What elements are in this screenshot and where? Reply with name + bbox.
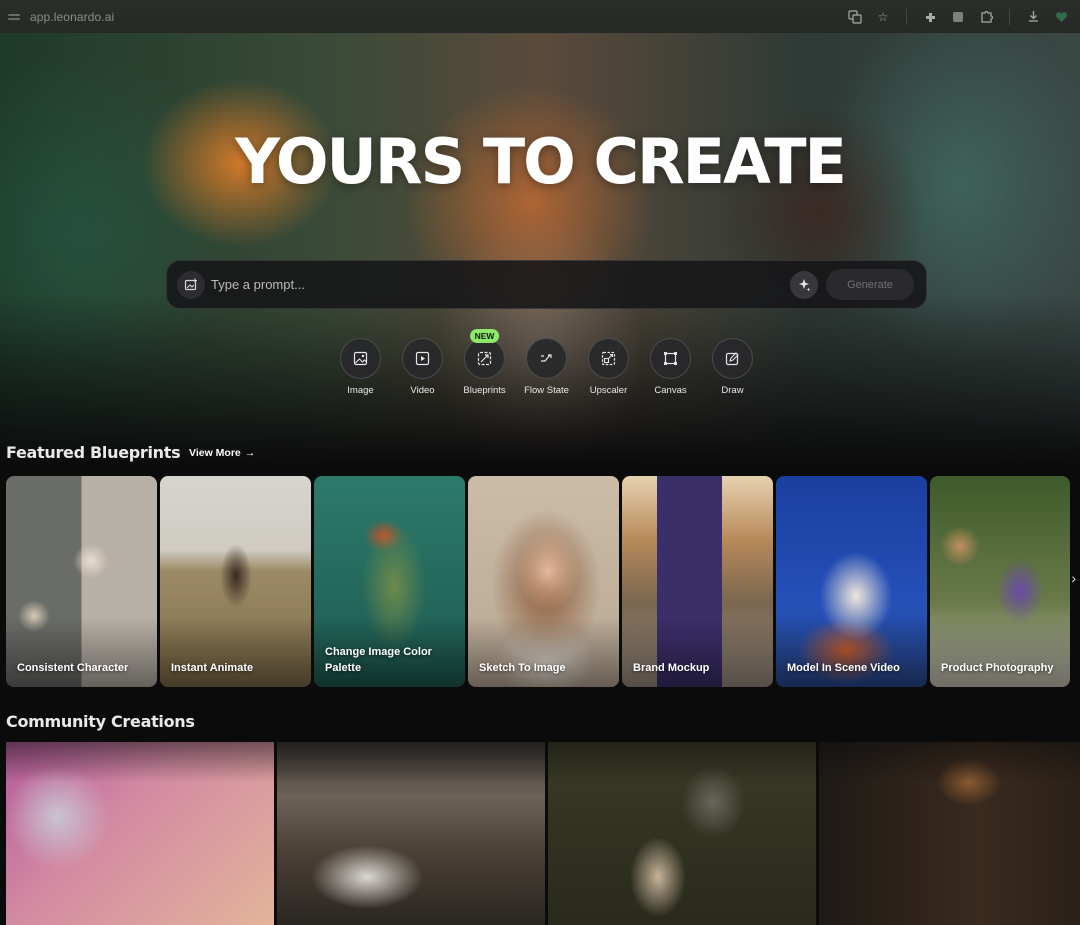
video-icon[interactable] bbox=[402, 338, 443, 379]
featured-blueprints-title: Featured Blueprints bbox=[6, 443, 181, 462]
prompt-bar: Generate bbox=[166, 260, 927, 309]
blueprint-card-label: Change Image Color Palette bbox=[325, 646, 432, 674]
community-image[interactable] bbox=[548, 742, 816, 925]
new-badge: NEW bbox=[469, 329, 500, 343]
arrow-right-icon: → bbox=[244, 447, 256, 459]
flow-state-icon[interactable] bbox=[526, 338, 567, 379]
download-icon[interactable] bbox=[1026, 10, 1040, 24]
community-grid bbox=[6, 742, 1080, 925]
tool-label: Upscaler bbox=[589, 385, 628, 396]
draw-icon[interactable] bbox=[712, 338, 753, 379]
extension-square-icon[interactable] bbox=[951, 10, 965, 24]
site-settings-icon[interactable] bbox=[8, 12, 20, 22]
blueprint-cards: Consistent Character Instant Animate Cha… bbox=[6, 476, 1070, 687]
blueprint-card[interactable]: Product Photography bbox=[930, 476, 1070, 687]
tool-label: Flow State bbox=[524, 385, 569, 396]
extension-icon[interactable] bbox=[923, 10, 937, 24]
add-image-icon[interactable] bbox=[177, 270, 205, 299]
hero-title: YOURS TO CREATE bbox=[235, 125, 847, 198]
image-icon[interactable] bbox=[340, 338, 381, 379]
tool-label: Draw bbox=[721, 385, 744, 396]
blueprint-card-label: Product Photography bbox=[941, 662, 1054, 674]
blueprint-card[interactable]: Instant Animate bbox=[160, 476, 311, 687]
toolbar-divider bbox=[1009, 8, 1010, 25]
community-image[interactable] bbox=[277, 742, 545, 925]
translate-icon[interactable] bbox=[848, 9, 862, 24]
generate-button[interactable]: Generate bbox=[826, 269, 914, 300]
blueprint-card-label: Brand Mockup bbox=[633, 662, 710, 674]
blueprint-card-label: Consistent Character bbox=[17, 662, 129, 674]
bookmark-star-icon[interactable]: ☆ bbox=[876, 10, 890, 24]
blueprints-icon[interactable] bbox=[464, 338, 505, 379]
tool-blueprints[interactable]: NEW Blueprints bbox=[463, 329, 506, 396]
prompt-enhance-sparkle-icon[interactable] bbox=[790, 270, 818, 299]
profile-heart-icon[interactable] bbox=[1054, 10, 1068, 24]
view-more-link[interactable]: View More → bbox=[189, 447, 255, 459]
community-image[interactable] bbox=[6, 742, 274, 925]
browser-toolbar: app.leonardo.ai ☆ bbox=[0, 0, 1080, 33]
tool-upscaler[interactable]: Upscaler bbox=[588, 338, 629, 396]
view-more-label[interactable]: View More bbox=[189, 447, 241, 459]
blueprint-card-label: Instant Animate bbox=[171, 662, 254, 674]
prompt-input[interactable] bbox=[211, 277, 790, 292]
hero-banner: YOURS TO CREATE Generate Image Video NEW bbox=[0, 33, 1080, 463]
tool-label: Image bbox=[347, 385, 374, 396]
toolbar-divider bbox=[906, 8, 907, 25]
puzzle-extensions-icon[interactable] bbox=[979, 10, 993, 24]
blueprint-card[interactable]: Brand Mockup bbox=[622, 476, 773, 687]
tool-video[interactable]: Video bbox=[402, 338, 443, 396]
tool-label: Canvas bbox=[654, 385, 687, 396]
blueprint-card[interactable]: Model In Scene Video bbox=[776, 476, 927, 687]
blueprint-card-label: Sketch To Image bbox=[479, 662, 566, 674]
tool-flow-state[interactable]: Flow State bbox=[524, 338, 569, 396]
upscaler-icon[interactable] bbox=[588, 338, 629, 379]
blueprint-card[interactable]: Consistent Character bbox=[6, 476, 157, 687]
tool-shortcuts: Image Video NEW Blueprints Flow State Up… bbox=[340, 329, 753, 396]
blueprint-card[interactable]: Change Image Color Palette bbox=[314, 476, 465, 687]
carousel-next-icon[interactable]: › bbox=[1071, 570, 1076, 586]
community-image[interactable] bbox=[819, 742, 1080, 925]
tool-draw[interactable]: Draw bbox=[712, 338, 753, 396]
tool-canvas[interactable]: Canvas bbox=[650, 338, 691, 396]
blueprint-card[interactable]: Sketch To Image bbox=[468, 476, 619, 687]
address-bar[interactable]: app.leonardo.ai bbox=[8, 10, 114, 24]
canvas-icon[interactable] bbox=[650, 338, 691, 379]
tool-image[interactable]: Image bbox=[340, 338, 381, 396]
blueprint-card-label: Model In Scene Video bbox=[787, 662, 900, 674]
tool-label: Blueprints bbox=[463, 385, 506, 396]
community-creations-title: Community Creations bbox=[6, 712, 195, 731]
url-text[interactable]: app.leonardo.ai bbox=[30, 10, 114, 24]
tool-label: Video bbox=[410, 385, 435, 396]
